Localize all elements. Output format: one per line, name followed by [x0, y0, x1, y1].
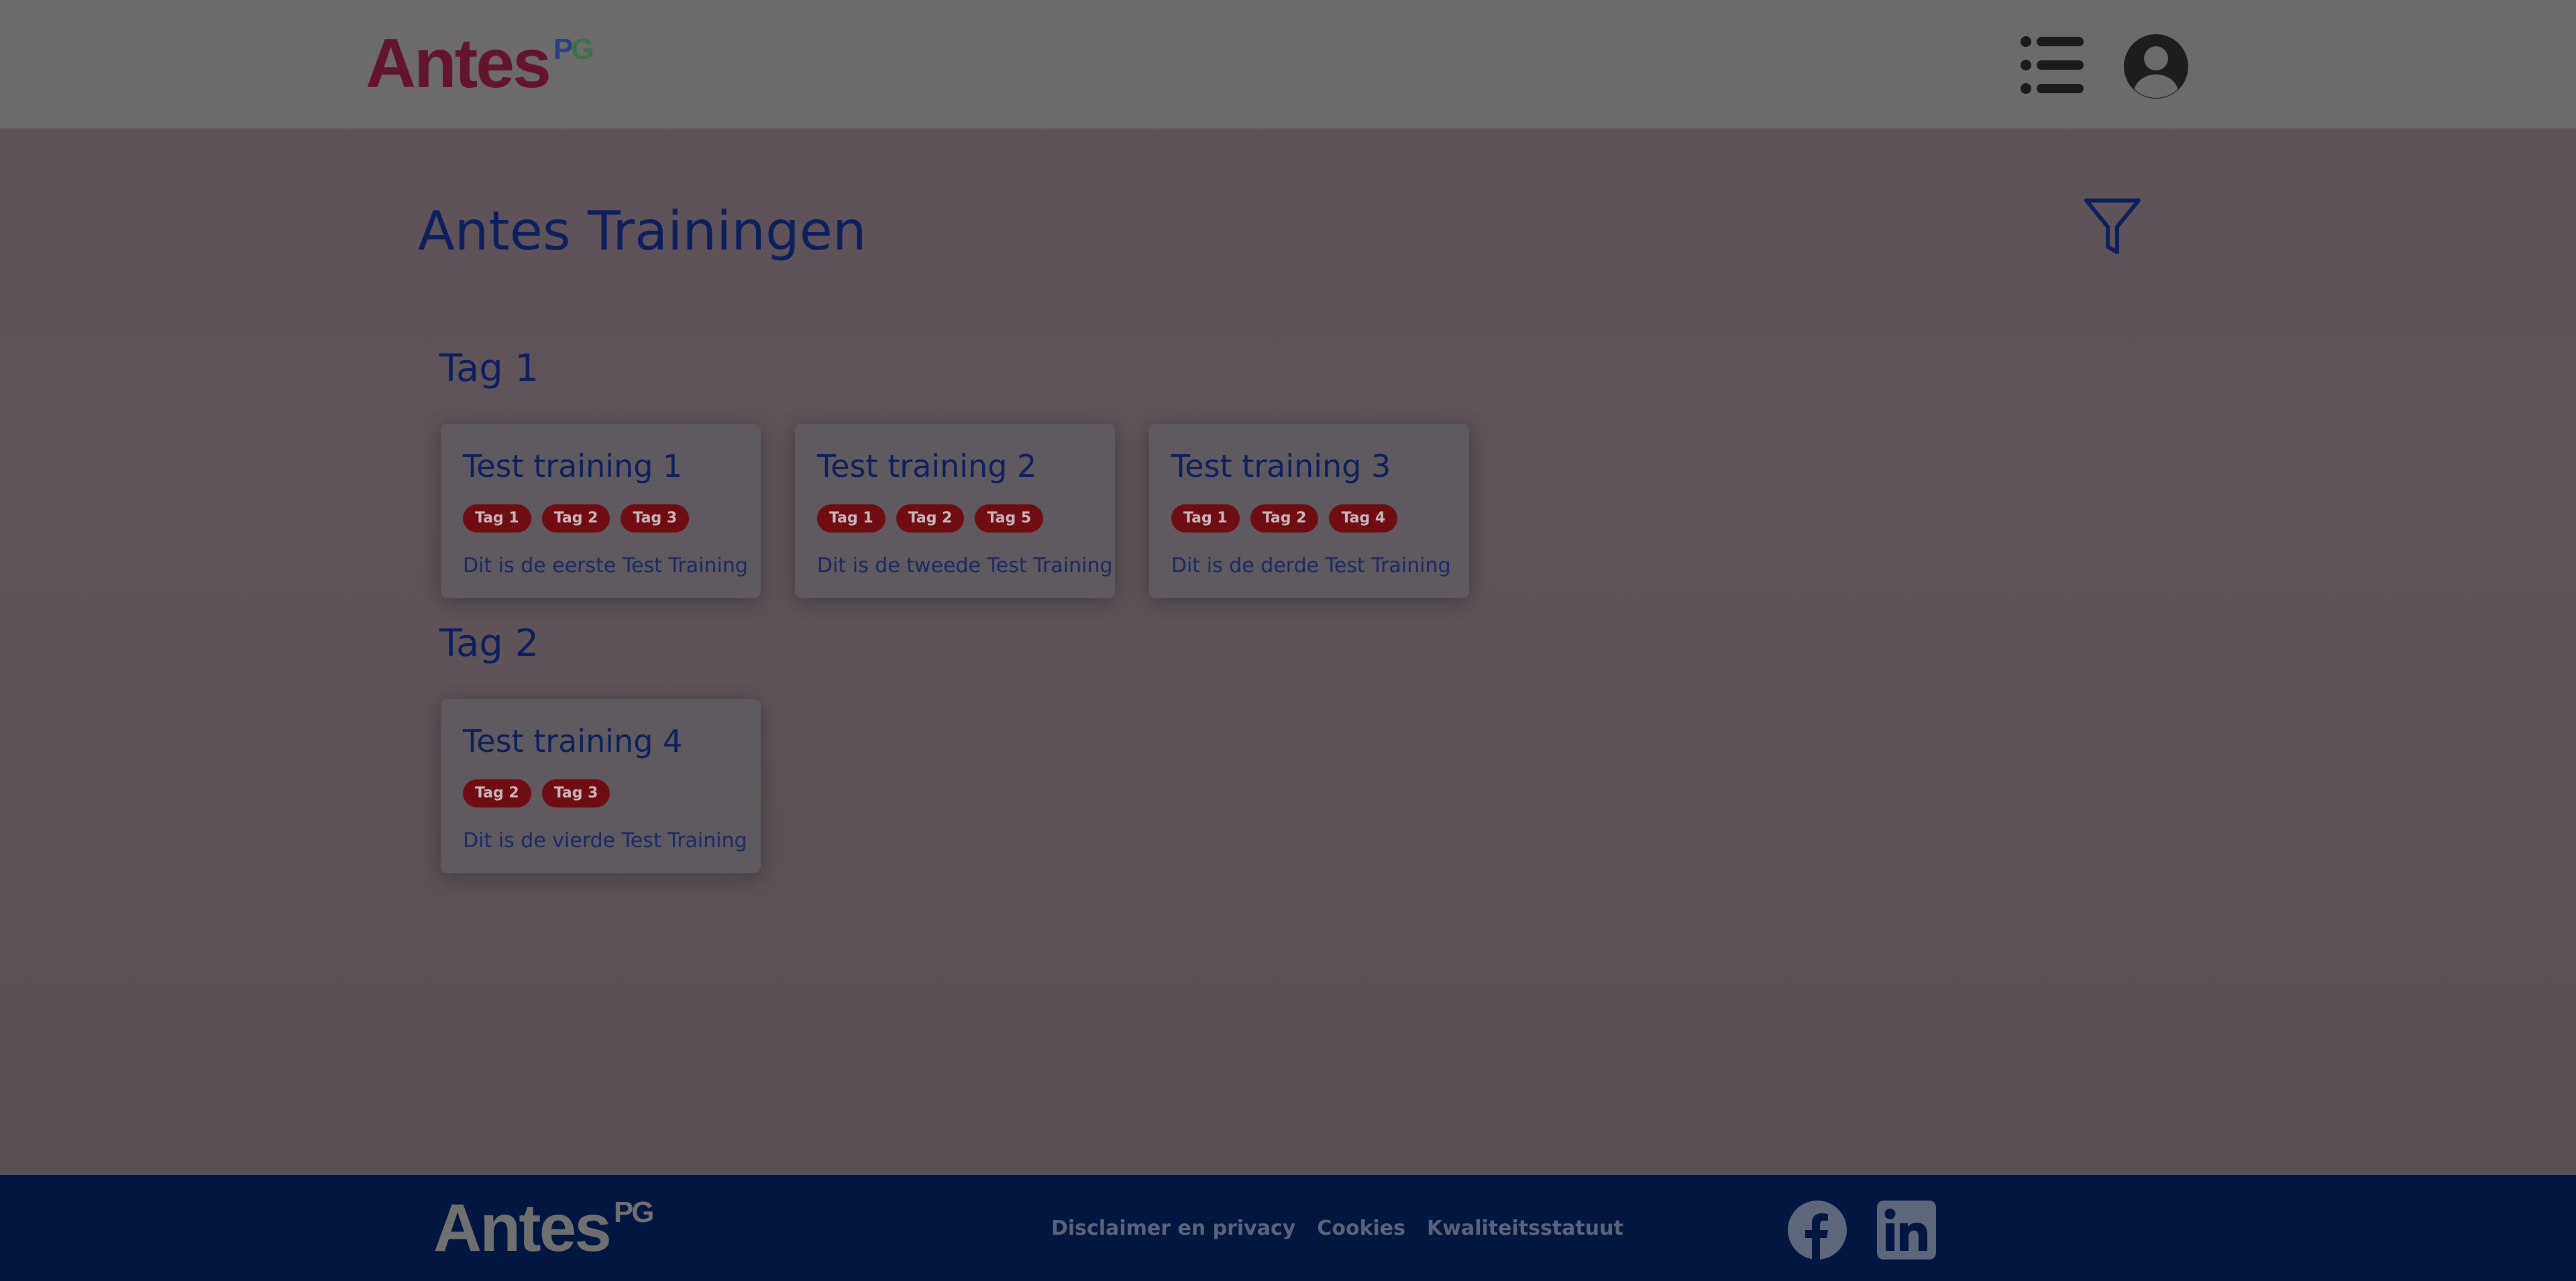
facebook-icon	[1788, 1201, 1847, 1260]
site-footer: Antes PG Disclaimer en privacy Cookies K…	[0, 1175, 2576, 1281]
profile-button[interactable]	[2123, 33, 2190, 100]
site-header: Antes PG	[0, 0, 2576, 129]
tag-badge[interactable]: Tag 2	[541, 504, 610, 533]
card-tags: Tag 1 Tag 2 Tag 3	[463, 504, 690, 533]
card-description: Dit is de tweede Test Training	[817, 554, 1113, 577]
tag-badge[interactable]: Tag 1	[817, 504, 885, 533]
linkedin-icon	[1877, 1201, 1936, 1260]
menu-list-icon	[2021, 36, 2084, 94]
footer-link-disclaimer[interactable]: Disclaimer en privacy	[1051, 1217, 1295, 1240]
footer-link-cookies[interactable]: Cookies	[1317, 1217, 1405, 1240]
tag-badge[interactable]: Tag 1	[1171, 504, 1240, 533]
card-title: Test training 1	[463, 448, 683, 484]
menu-button[interactable]	[2019, 35, 2086, 95]
card-tags: Tag 2 Tag 3	[463, 779, 610, 807]
tag-badge[interactable]: Tag 2	[463, 779, 531, 807]
training-card[interactable]: Test training 4 Tag 2 Tag 3 Dit is de vi…	[441, 699, 761, 873]
footer-logo-text: Antes	[433, 1190, 612, 1266]
logo-text: Antes	[366, 25, 551, 103]
card-description: Dit is de derde Test Training	[1171, 554, 1451, 577]
tag-badge[interactable]: Tag 1	[463, 504, 531, 533]
training-card[interactable]: Test training 1 Tag 1 Tag 2 Tag 3 Dit is…	[441, 424, 761, 598]
page-title: Antes Trainingen	[418, 200, 867, 262]
tag-badge[interactable]: Tag 5	[975, 504, 1044, 533]
card-title: Test training 4	[463, 723, 683, 759]
tag-badge[interactable]: Tag 2	[1250, 504, 1319, 533]
filter-funnel-icon	[2084, 199, 2141, 254]
tag-badge[interactable]: Tag 3	[541, 779, 610, 807]
tag-badge[interactable]: Tag 3	[621, 504, 690, 533]
tag-badge[interactable]: Tag 2	[896, 504, 965, 533]
training-card[interactable]: Test training 3 Tag 1 Tag 2 Tag 4 Dit is…	[1149, 424, 1469, 598]
user-account-icon	[2124, 34, 2188, 99]
filter-button[interactable]	[2082, 197, 2143, 256]
logo-pg-mark: PG	[553, 33, 594, 66]
tag-badge[interactable]: Tag 4	[1329, 504, 1398, 533]
card-tags: Tag 1 Tag 2 Tag 5	[817, 504, 1044, 533]
card-description: Dit is de vierde Test Training	[463, 829, 747, 852]
footer-links: Disclaimer en privacy Cookies Kwaliteits…	[1051, 1175, 1623, 1281]
card-tags: Tag 1 Tag 2 Tag 4	[1171, 504, 1398, 533]
card-title: Test training 3	[1171, 448, 1391, 484]
training-card[interactable]: Test training 2 Tag 1 Tag 2 Tag 5 Dit is…	[795, 424, 1115, 598]
facebook-link[interactable]	[1788, 1201, 1847, 1260]
antes-logo[interactable]: Antes PG	[366, 25, 594, 103]
footer-link-kwaliteitsstatuut[interactable]: Kwaliteitsstatuut	[1427, 1217, 1623, 1240]
card-title: Test training 2	[817, 448, 1037, 484]
linkedin-link[interactable]	[1877, 1201, 1936, 1260]
section-heading-tag-2: Tag 2	[439, 622, 539, 665]
footer-logo[interactable]: Antes PG	[433, 1190, 655, 1266]
footer-logo-pg-mark: PG	[613, 1196, 655, 1229]
section-heading-tag-1: Tag 1	[439, 347, 539, 390]
card-description: Dit is de eerste Test Training	[463, 554, 748, 577]
